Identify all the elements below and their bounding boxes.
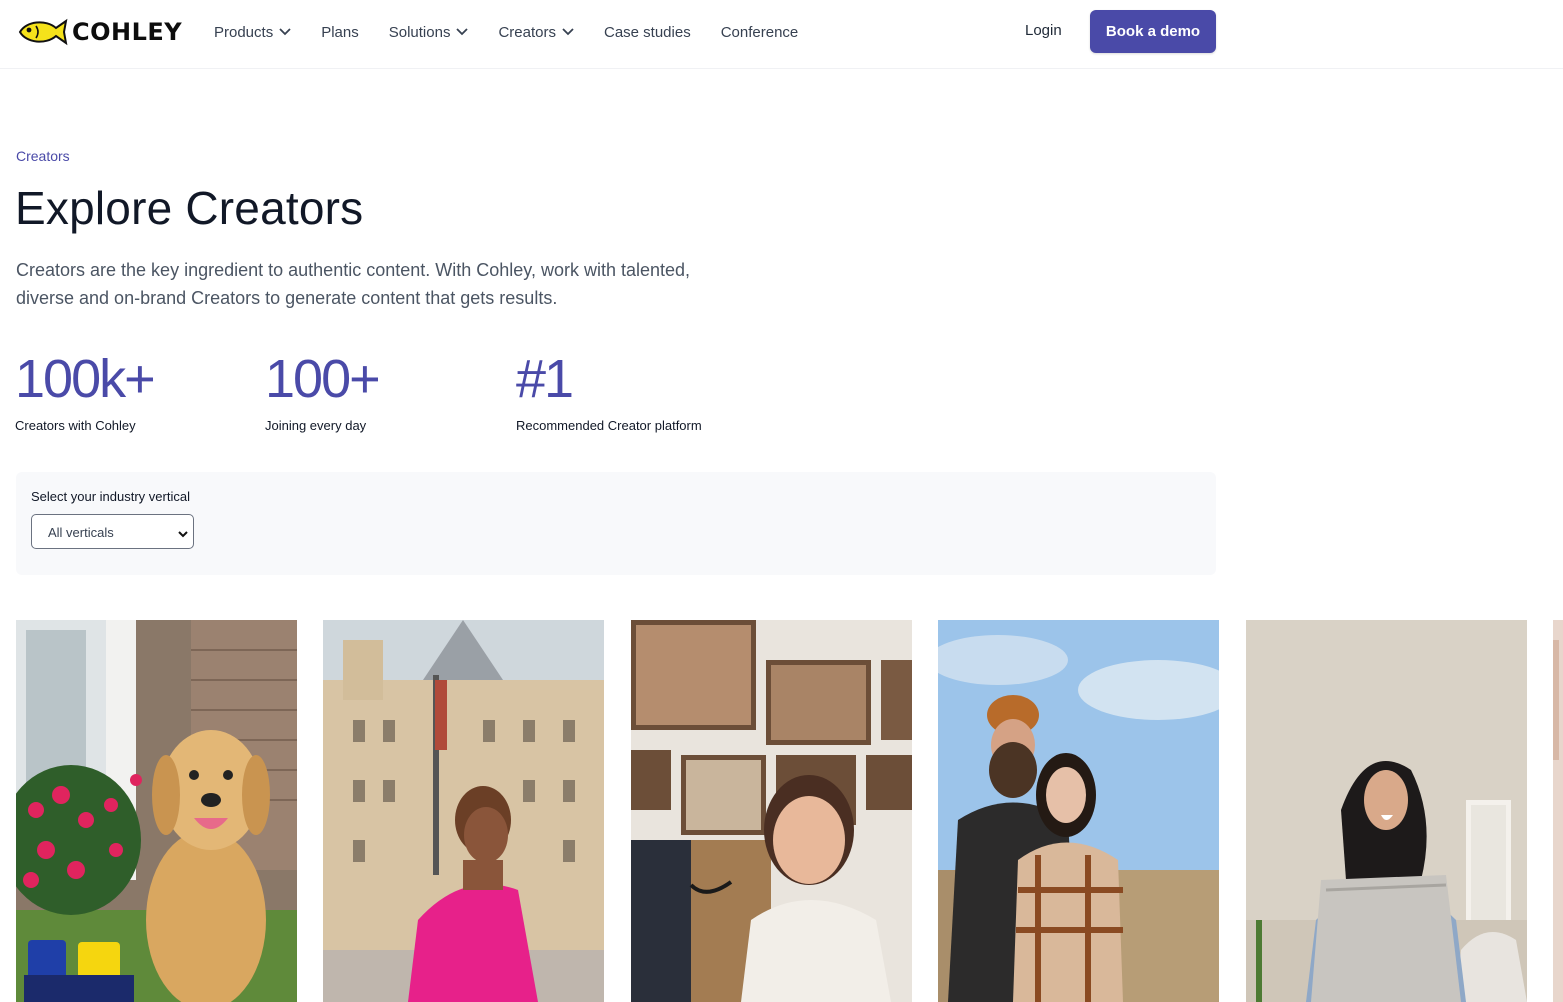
creator-card[interactable]: [16, 620, 297, 1002]
nav-creators[interactable]: Creators: [498, 24, 574, 41]
creator-card-partial[interactable]: [1553, 620, 1563, 1002]
nav-solutions[interactable]: Solutions: [389, 24, 469, 41]
chevron-down-icon: [177, 526, 189, 544]
fish-logo-icon: [18, 18, 68, 46]
stat-value: 100+: [265, 349, 381, 409]
industry-vertical-select[interactable]: All verticals: [31, 514, 194, 549]
stat-recommended: #1 Recommended Creator platform: [516, 350, 702, 433]
stat-value: #1: [516, 349, 574, 409]
page-description: Creators are the key ingredient to authe…: [16, 260, 691, 308]
login-link[interactable]: Login: [1025, 22, 1062, 39]
creator-card[interactable]: [1246, 620, 1527, 1002]
nav-products-label: Products: [214, 23, 274, 41]
nav-creators-label: Creators: [498, 23, 556, 41]
stat-creators: 100k+ Creators with Cohley: [15, 349, 156, 433]
nav-conference[interactable]: Conference: [721, 24, 799, 41]
nav-conference-label: Conference: [720, 23, 799, 41]
nav-plans[interactable]: Plans: [321, 24, 359, 41]
stat-value: 100k+: [15, 349, 156, 409]
nav-solutions-label: Solutions: [388, 23, 451, 41]
filter-label: Select your industry vertical: [31, 489, 190, 504]
creator-photo-couple: [938, 620, 1219, 1002]
creator-photo-portraits: [631, 620, 912, 1002]
stat-label: Joining every day: [265, 418, 367, 433]
stat-label: Recommended Creator platform: [516, 418, 702, 433]
stat-joining: 100+ Joining every day: [265, 349, 381, 433]
creator-photo-partial: [1553, 620, 1563, 1002]
book-demo-button[interactable]: Book a demo: [1090, 10, 1216, 53]
nav-case-studies-label: Case studies: [603, 23, 691, 41]
stat-label: Creators with Cohley: [15, 418, 136, 433]
creator-card[interactable]: [631, 620, 912, 1002]
chevron-down-icon: [279, 28, 291, 36]
creator-photo-dog: [16, 620, 297, 1002]
industry-filter-panel: Select your industry vertical All vertic…: [16, 472, 1216, 575]
nav-plans-label: Plans: [321, 23, 359, 41]
page-title: Explore Creators: [15, 182, 364, 234]
breadcrumb-creators[interactable]: Creators: [16, 148, 70, 164]
site-header: COHLEY Products Plans Solutions Creators…: [0, 0, 1563, 69]
creator-card[interactable]: [323, 620, 604, 1002]
select-value: All verticals: [48, 525, 114, 540]
logo-text: COHLEY: [72, 18, 183, 46]
chevron-down-icon: [562, 28, 574, 36]
creator-photo-castle: [323, 620, 604, 1002]
creator-card[interactable]: [938, 620, 1219, 1002]
main-nav: Products Plans Solutions Creators Case s…: [214, 20, 828, 44]
creator-photo-package: [1246, 620, 1527, 1002]
nav-case-studies[interactable]: Case studies: [604, 24, 691, 41]
cohley-logo[interactable]: COHLEY: [16, 16, 182, 48]
nav-products[interactable]: Products: [214, 24, 291, 41]
chevron-down-icon: [456, 28, 469, 36]
